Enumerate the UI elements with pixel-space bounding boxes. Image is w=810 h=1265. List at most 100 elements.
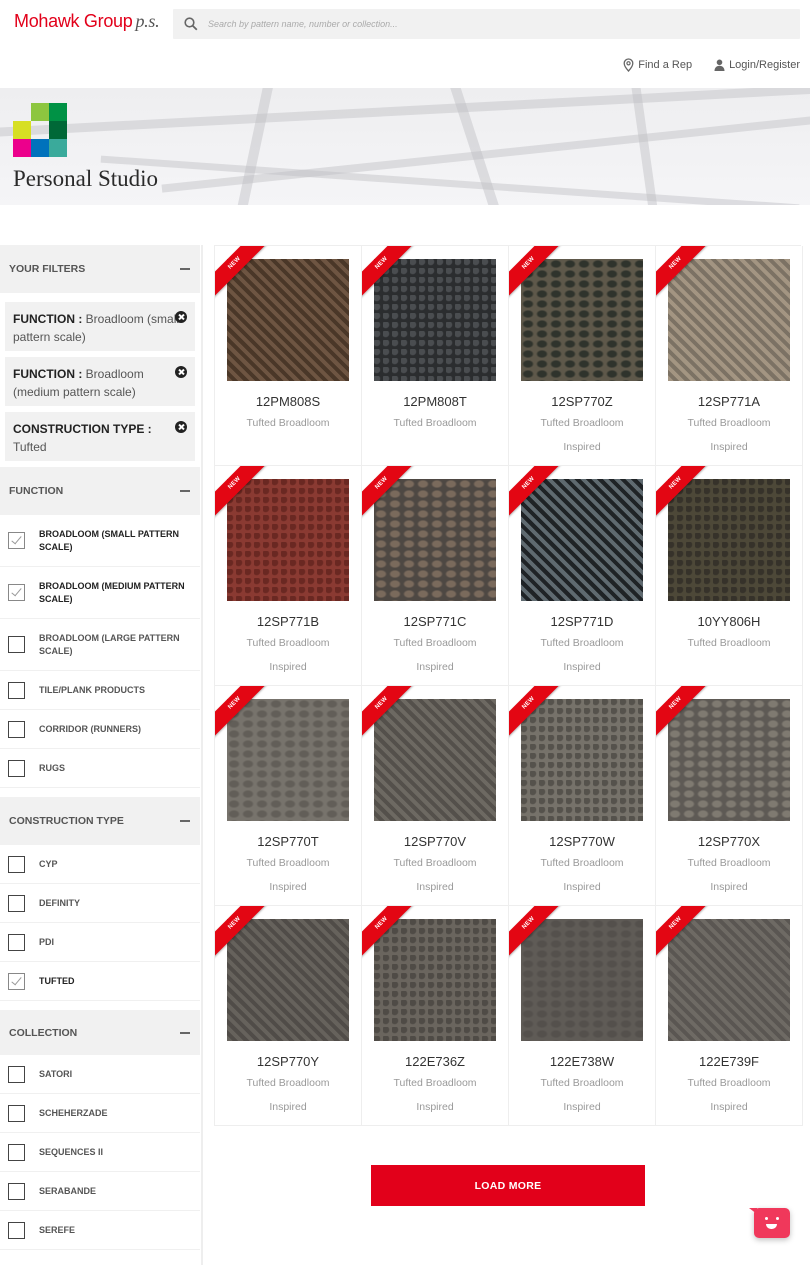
new-badge: NEW bbox=[362, 686, 418, 742]
product-card[interactable]: NEW 12PM808S Tufted Broadloom bbox=[215, 246, 362, 466]
find-a-rep-label: Find a Rep bbox=[638, 59, 693, 71]
search-icon[interactable] bbox=[184, 17, 198, 31]
function-header[interactable]: FUNCTION bbox=[0, 467, 200, 515]
filter-option-label: CORRIDOR (RUNNERS) bbox=[39, 723, 141, 734]
active-filter-chip: FUNCTION : Broadloom (medium pattern sca… bbox=[5, 357, 195, 406]
product-name[interactable]: 12SP770W bbox=[509, 834, 655, 849]
product-card[interactable]: NEW 122E736Z Tufted Broadloom Inspired bbox=[362, 906, 509, 1126]
collapse-icon[interactable] bbox=[180, 268, 190, 270]
checkbox[interactable] bbox=[8, 636, 25, 653]
checkbox[interactable] bbox=[8, 681, 25, 699]
checkbox[interactable] bbox=[8, 1065, 25, 1083]
product-card[interactable]: NEW 12SP770Z Tufted Broadloom Inspired bbox=[509, 246, 656, 466]
product-name[interactable]: 12SP770Z bbox=[509, 394, 655, 409]
search-input[interactable] bbox=[208, 19, 768, 29]
filter-option[interactable]: SEREFE bbox=[0, 1211, 200, 1250]
brand-suffix: p.s. bbox=[135, 11, 160, 31]
product-card[interactable]: NEW 12SP771D Tufted Broadloom Inspired bbox=[509, 466, 656, 686]
new-badge: NEW bbox=[215, 686, 271, 742]
your-filters-title: YOUR FILTERS bbox=[9, 263, 86, 275]
product-name[interactable]: 122E738W bbox=[509, 1054, 655, 1069]
filter-option[interactable]: DEFINITY bbox=[0, 884, 200, 923]
filter-option[interactable]: TUFTED bbox=[0, 962, 200, 1001]
filter-option[interactable]: BROADLOOM (LARGE PATTERN SCALE) bbox=[0, 619, 200, 671]
checkbox[interactable] bbox=[8, 1182, 25, 1200]
product-name[interactable]: 122E736Z bbox=[362, 1054, 508, 1069]
filter-option-label: SCHEHERZADE bbox=[39, 1107, 108, 1118]
new-badge-label: NEW bbox=[215, 906, 270, 958]
filter-option[interactable]: SERABANDE bbox=[0, 1172, 200, 1211]
product-name[interactable]: 12SP770Y bbox=[215, 1054, 361, 1069]
filter-option[interactable]: BROADLOOM (MEDIUM PATTERN SCALE) bbox=[0, 567, 200, 619]
product-name[interactable]: 12SP770V bbox=[362, 834, 508, 849]
filter-option[interactable]: CORRIDOR (RUNNERS) bbox=[0, 710, 200, 749]
product-name[interactable]: 12PM808S bbox=[215, 394, 361, 409]
new-badge-label: NEW bbox=[215, 466, 270, 518]
load-more-button[interactable]: LOAD MORE bbox=[371, 1165, 645, 1206]
product-card[interactable]: NEW 12SP771C Tufted Broadloom Inspired bbox=[362, 466, 509, 686]
login-register-link[interactable]: Login/Register bbox=[714, 58, 800, 72]
filter-option[interactable]: PDI bbox=[0, 923, 200, 962]
product-name[interactable]: 12SP771A bbox=[656, 394, 802, 409]
product-name[interactable]: 122E739F bbox=[656, 1054, 802, 1069]
function-title: FUNCTION bbox=[9, 485, 64, 497]
checkbox[interactable] bbox=[8, 759, 25, 777]
chat-widget-button[interactable] bbox=[749, 1208, 790, 1238]
filter-option[interactable]: TILE/PLANK PRODUCTS bbox=[0, 671, 200, 710]
new-badge-label: NEW bbox=[656, 686, 711, 738]
product-card[interactable]: NEW 12SP770Y Tufted Broadloom Inspired bbox=[215, 906, 362, 1126]
checkbox[interactable] bbox=[8, 720, 25, 738]
product-card[interactable]: NEW 12SP770X Tufted Broadloom Inspired bbox=[656, 686, 803, 906]
product-type: Tufted Broadloom bbox=[393, 637, 477, 649]
product-name[interactable]: 12SP770X bbox=[656, 834, 802, 849]
product-type: Tufted Broadloom bbox=[687, 417, 771, 429]
chip-key: FUNCTION : bbox=[13, 367, 83, 381]
product-card[interactable]: NEW 12SP770T Tufted Broadloom Inspired bbox=[215, 686, 362, 906]
product-card[interactable]: NEW 122E738W Tufted Broadloom Inspired bbox=[509, 906, 656, 1126]
filter-option[interactable]: SATORI bbox=[0, 1055, 200, 1094]
filter-option[interactable]: RUGS bbox=[0, 749, 200, 788]
brand-logo[interactable]: Mohawk Group p.s. bbox=[14, 11, 160, 32]
checkbox[interactable] bbox=[8, 1104, 25, 1122]
filter-option[interactable]: BROADLOOM (SMALL PATTERN SCALE) bbox=[0, 515, 200, 567]
collection-header[interactable]: COLLECTION bbox=[0, 1010, 200, 1055]
product-card[interactable]: NEW 12SP771B Tufted Broadloom Inspired bbox=[215, 466, 362, 686]
remove-filter-icon[interactable] bbox=[175, 366, 187, 378]
new-badge-label: NEW bbox=[509, 466, 564, 518]
collapse-icon[interactable] bbox=[180, 490, 190, 492]
construction-type-filter-list: CYP DEFINITY PDI TUFTED bbox=[0, 845, 200, 1001]
product-name[interactable]: 12SP770T bbox=[215, 834, 361, 849]
collapse-icon[interactable] bbox=[180, 1031, 190, 1034]
product-card[interactable]: NEW 12SP771A Tufted Broadloom Inspired bbox=[656, 246, 803, 466]
product-name[interactable]: 12SP771D bbox=[509, 614, 655, 629]
filter-option[interactable]: CYP bbox=[0, 845, 200, 884]
collapse-icon[interactable] bbox=[180, 820, 190, 822]
checkbox[interactable] bbox=[8, 933, 25, 951]
product-name[interactable]: 12SP771C bbox=[362, 614, 508, 629]
checkbox[interactable] bbox=[8, 584, 25, 601]
remove-filter-icon[interactable] bbox=[175, 421, 187, 433]
checkbox[interactable] bbox=[8, 532, 25, 549]
checkbox[interactable] bbox=[8, 1143, 25, 1161]
product-card[interactable]: NEW 10YY806H Tufted Broadloom bbox=[656, 466, 803, 686]
construction-type-header[interactable]: CONSTRUCTION TYPE bbox=[0, 797, 200, 845]
product-card[interactable]: NEW 12PM808T Tufted Broadloom bbox=[362, 246, 509, 466]
find-a-rep-link[interactable]: Find a Rep bbox=[623, 58, 692, 72]
new-badge: NEW bbox=[509, 906, 565, 962]
product-name[interactable]: 12SP771B bbox=[215, 614, 361, 629]
product-card[interactable]: NEW 122E739F Tufted Broadloom Inspired bbox=[656, 906, 803, 1126]
filter-option[interactable]: SCHEHERZADE bbox=[0, 1094, 200, 1133]
product-card[interactable]: NEW 12SP770V Tufted Broadloom Inspired bbox=[362, 686, 509, 906]
product-name[interactable]: 10YY806H bbox=[656, 614, 802, 629]
remove-filter-icon[interactable] bbox=[175, 311, 187, 323]
checkbox[interactable] bbox=[8, 972, 25, 990]
login-register-label: Login/Register bbox=[729, 59, 800, 71]
product-card[interactable]: NEW 12SP770W Tufted Broadloom Inspired bbox=[509, 686, 656, 906]
product-name[interactable]: 12PM808T bbox=[362, 394, 508, 409]
checkbox[interactable] bbox=[8, 1221, 25, 1239]
checkbox[interactable] bbox=[8, 894, 25, 912]
checkbox[interactable] bbox=[8, 855, 25, 873]
your-filters-header[interactable]: YOUR FILTERS bbox=[0, 245, 200, 293]
filter-option-label: BROADLOOM (MEDIUM PATTERN SCALE) bbox=[39, 580, 185, 604]
filter-option[interactable]: SEQUENCES II bbox=[0, 1133, 200, 1172]
